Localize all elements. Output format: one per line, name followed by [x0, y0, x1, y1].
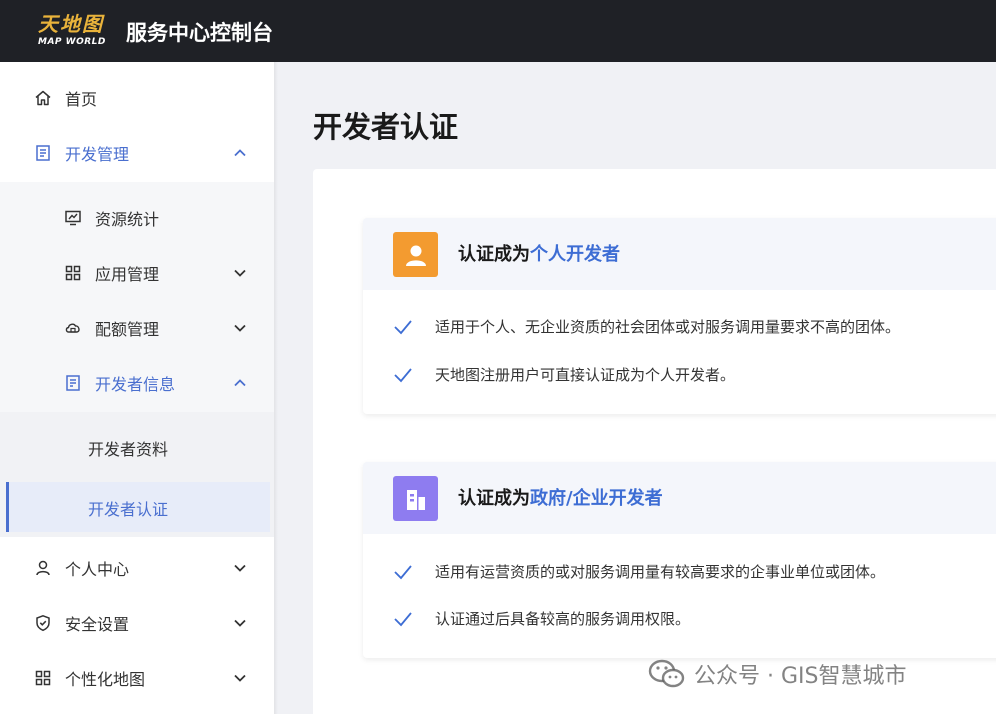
wechat-icon — [648, 659, 685, 688]
page-title: 开发者认证 — [313, 110, 459, 144]
sidebar-item-home[interactable]: 首页 — [0, 70, 274, 125]
sidebar-item-label: 资源统计 — [95, 209, 160, 229]
app-title: 服务中心控制台 — [126, 21, 273, 45]
card-title-highlight: 政府/企业开发者 — [530, 488, 663, 509]
person-avatar-icon — [393, 232, 438, 277]
document-icon — [34, 144, 52, 162]
sidebar-item-label: 安全设置 — [65, 614, 130, 634]
sidebar-item-app-manage[interactable]: 应用管理 — [0, 245, 274, 300]
personal-developer-card[interactable]: 认证成为个人开发者 适用于个人、无企业资质的社会团体或对服务调用量要求不高的团体… — [363, 218, 996, 414]
card-title-prefix: 认证成为 — [458, 244, 530, 265]
watermark: 公众号 · GIS智慧城市 — [648, 656, 906, 692]
sidebar-divider — [274, 62, 278, 714]
enterprise-developer-card[interactable]: 认证成为政府/企业开发者 适用有运营资质的或对服务调用量有较高要求的企事业单位或… — [363, 462, 996, 658]
sidebar-item-label: 开发者信息 — [95, 374, 176, 394]
chevron-down-icon — [234, 674, 246, 682]
grid-icon — [34, 669, 52, 687]
sidebar-item-label: 首页 — [65, 89, 98, 109]
chevron-down-icon — [234, 619, 246, 627]
list-item: 认证通过后具备较高的服务调用权限。 — [393, 608, 690, 629]
shield-icon — [34, 614, 52, 632]
tianditu-logo[interactable]: 天地图 MAP WORLD — [36, 8, 110, 52]
chevron-up-icon — [234, 378, 246, 386]
bullet-text: 认证通过后具备较高的服务调用权限。 — [435, 610, 691, 628]
card-title[interactable]: 认证成为个人开发者 — [458, 240, 620, 266]
card-header: 认证成为个人开发者 — [363, 218, 996, 290]
bullet-text: 适用有运营资质的或对服务调用量有较高要求的企事业单位或团体。 — [435, 563, 886, 581]
bullet-text: 天地图注册用户可直接认证成为个人开发者。 — [435, 366, 736, 384]
sidebar-item-dev-cert[interactable]: 开发者认证 — [0, 480, 274, 535]
sidebar-item-label: 开发者认证 — [88, 499, 169, 519]
chevron-up-icon — [234, 148, 246, 156]
sidebar-item-label: 开发管理 — [65, 144, 130, 164]
check-icon — [394, 564, 412, 579]
user-icon — [34, 559, 52, 577]
id-card-icon — [64, 374, 82, 392]
sidebar-item-dev-profile[interactable]: 开发者资料 — [0, 420, 274, 475]
grid-icon — [64, 264, 82, 282]
sidebar-item-label: 应用管理 — [95, 264, 160, 284]
list-item: 适用有运营资质的或对服务调用量有较高要求的企事业单位或团体。 — [393, 561, 885, 582]
top-header: 天地图 MAP WORLD 服务中心控制台 — [0, 0, 996, 62]
sidebar-item-dev-info[interactable]: 开发者信息 — [0, 355, 274, 410]
chevron-down-icon — [234, 324, 246, 332]
building-icon — [393, 476, 438, 521]
card-title-highlight: 个人开发者 — [530, 244, 620, 265]
monitor-chart-icon — [64, 209, 82, 227]
home-icon — [34, 89, 52, 107]
sidebar-item-security[interactable]: 安全设置 — [0, 595, 274, 650]
chevron-down-icon — [234, 564, 246, 572]
sidebar-item-label: 个性化地图 — [65, 669, 146, 689]
sidebar-item-resource-stats[interactable]: 资源统计 — [0, 190, 274, 245]
card-title-prefix: 认证成为 — [458, 488, 530, 509]
sidebar-item-label: 个人中心 — [65, 559, 130, 579]
card-header: 认证成为政府/企业开发者 — [363, 462, 996, 534]
chevron-down-icon — [234, 269, 246, 277]
cloud-lock-icon — [64, 319, 82, 337]
check-icon — [394, 367, 412, 382]
sidebar-item-label: 开发者资料 — [88, 439, 169, 459]
logo-text-en: MAP WORLD — [38, 37, 106, 47]
sidebar-item-label: 配额管理 — [95, 319, 160, 339]
card-title[interactable]: 认证成为政府/企业开发者 — [458, 484, 663, 510]
sidebar-item-personal-center[interactable]: 个人中心 — [0, 540, 274, 595]
check-icon — [394, 319, 412, 334]
sidebar-item-quota-manage[interactable]: 配额管理 — [0, 300, 274, 355]
list-item: 天地图注册用户可直接认证成为个人开发者。 — [393, 364, 735, 385]
sidebar-item-custom-map[interactable]: 个性化地图 — [0, 650, 274, 705]
logo-text-cn: 天地图 — [38, 12, 104, 36]
list-item: 适用于个人、无企业资质的社会团体或对服务调用量要求不高的团体。 — [393, 316, 900, 337]
check-icon — [394, 611, 412, 626]
watermark-text: 公众号 · GIS智慧城市 — [694, 664, 907, 689]
bullet-text: 适用于个人、无企业资质的社会团体或对服务调用量要求不高的团体。 — [435, 318, 901, 336]
sidebar-item-dev-manage[interactable]: 开发管理 — [0, 125, 274, 180]
